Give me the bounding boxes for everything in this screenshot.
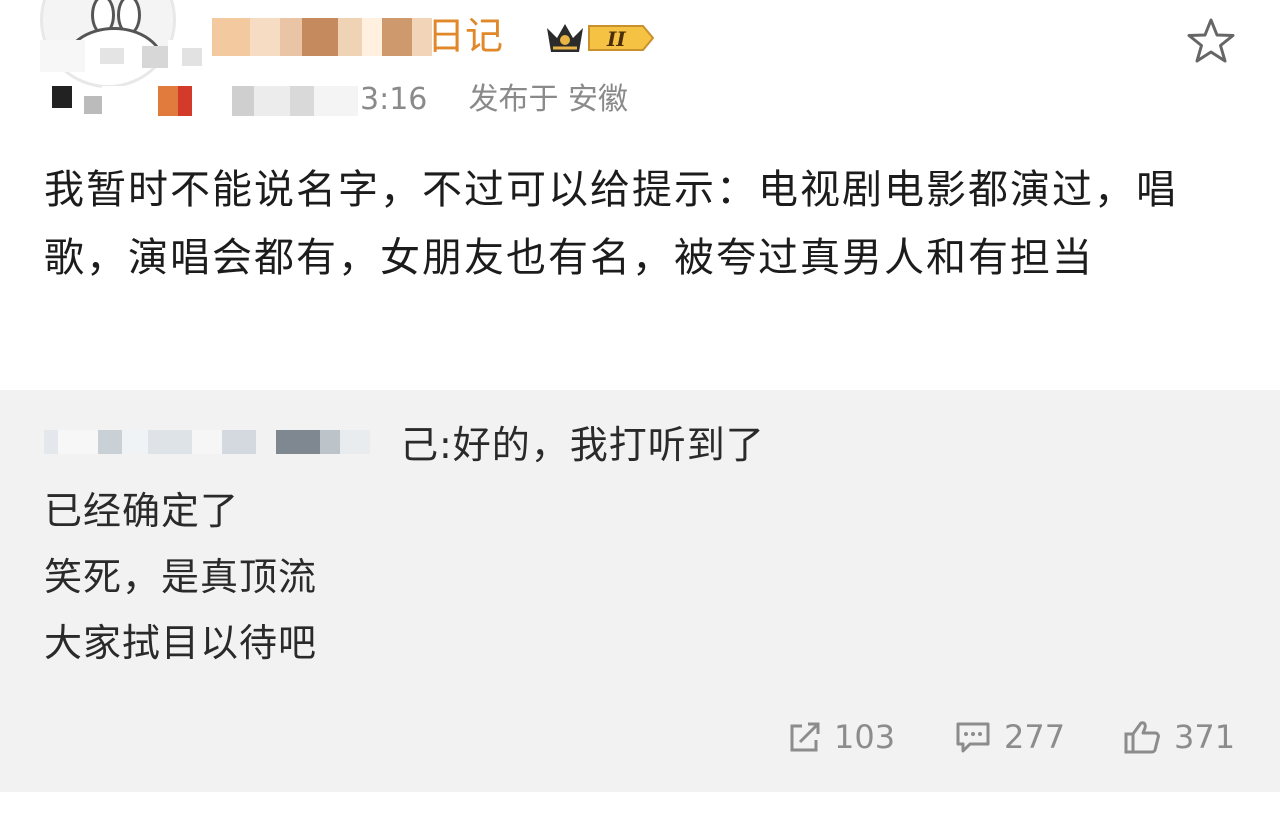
crown-icon: II — [547, 24, 655, 52]
like-button[interactable]: 371 — [1122, 718, 1235, 756]
mention-blur — [44, 430, 370, 454]
repost-block[interactable]: 己:好的，我打听到了 已经确定了 笑死，是真顶流 大家拭目以待吧 103 277 — [0, 390, 1280, 792]
meta-blur — [52, 86, 358, 116]
avatar-blur-mosaic — [40, 40, 202, 72]
post-card: 日记 II 3:16 发布于 安徽 我暂时不能说名字，不过可以给提示：电视剧电影… — [0, 0, 1280, 390]
post-location: 发布于 安徽 — [468, 82, 629, 117]
post-time: 3:16 — [360, 82, 428, 117]
comment-icon — [956, 722, 990, 753]
star-icon[interactable] — [1186, 16, 1236, 66]
repost-line: 大家拭目以待吧 — [44, 621, 318, 665]
level-badge-text: II — [606, 27, 626, 51]
repost-line: 已经确定了 — [44, 489, 240, 533]
post-body-text: 我暂时不能说名字，不过可以给提示：电视剧电影都演过，唱歌，演唱会都有，女朋友也有… — [44, 167, 1178, 281]
share-icon — [790, 722, 820, 752]
repost-text: 己:好的，我打听到了 已经确定了 笑死，是真顶流 大家拭目以待吧 — [44, 412, 765, 676]
post-meta: 3:16 发布于 安徽 — [360, 80, 628, 120]
share-count: 103 — [834, 718, 896, 756]
next-post-edge — [0, 792, 1280, 839]
like-count: 371 — [1174, 718, 1236, 756]
action-bar: 103 277 371 — [0, 718, 1280, 768]
repost-reply-text: 己:好的，我打听到了 — [400, 423, 765, 467]
repost-first-line: 己:好的，我打听到了 — [44, 412, 765, 478]
share-button[interactable]: 103 — [786, 718, 895, 756]
repost-line: 笑死，是真顶流 — [44, 555, 318, 599]
like-icon — [1124, 721, 1160, 754]
comment-button[interactable]: 277 — [954, 718, 1065, 756]
username-text: 日记 — [427, 14, 504, 58]
comment-count: 277 — [1004, 718, 1066, 756]
username-blur — [212, 18, 432, 56]
